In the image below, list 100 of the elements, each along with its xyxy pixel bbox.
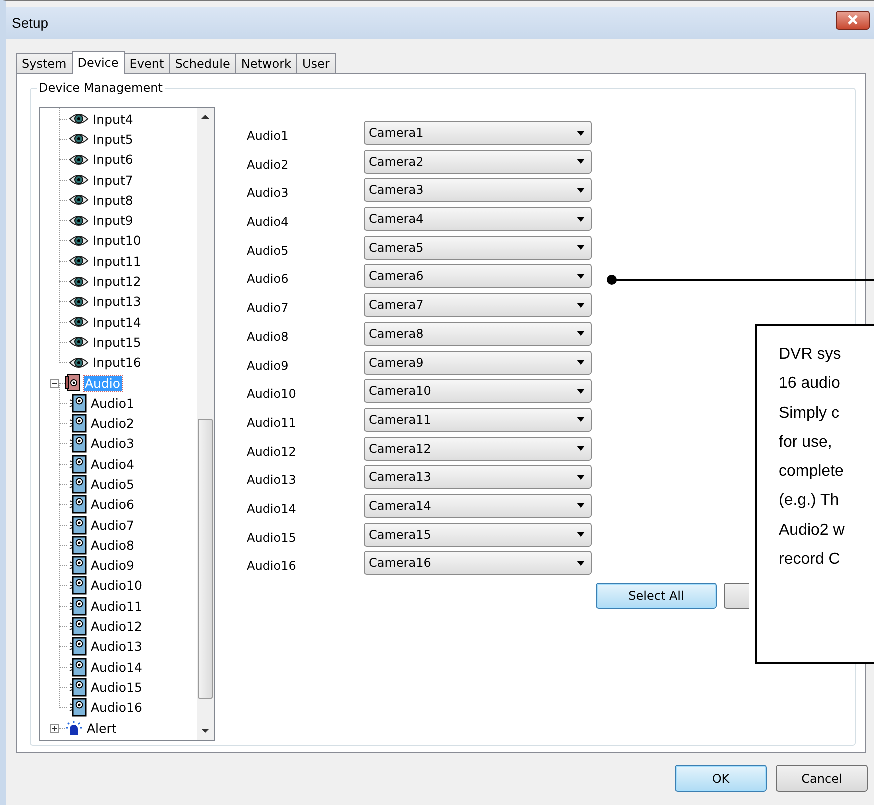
tree-item[interactable]: Audio11 — [90, 598, 144, 614]
close-button[interactable] — [836, 10, 870, 30]
caret-icon — [577, 560, 585, 566]
button[interactable] — [724, 583, 749, 610]
tree-item[interactable]: Input13 — [92, 294, 142, 310]
speaker-icon — [69, 556, 87, 576]
caret-icon — [577, 188, 585, 193]
camera-dropdown[interactable]: Camera14 — [364, 494, 592, 518]
tree-item[interactable]: Audio14 — [90, 660, 144, 675]
audio-label: Audio5 — [247, 242, 290, 258]
tree-item[interactable]: Audio12 — [90, 619, 144, 634]
tree-item[interactable]: Input8 — [92, 192, 134, 208]
caret-icon — [577, 388, 585, 394]
callout-text: 16 audio — [779, 374, 840, 394]
tab[interactable]: User — [296, 53, 336, 73]
callout-text: Simply c — [779, 404, 840, 424]
camera-dropdown[interactable]: Camera12 — [364, 436, 592, 461]
tree-item[interactable]: Audio5 — [90, 476, 136, 492]
select-all-button[interactable]: Select All — [596, 583, 717, 610]
tree-item[interactable]: Input7 — [92, 172, 134, 188]
tab[interactable]: Network — [235, 53, 298, 73]
dialog-button[interactable]: OK — [675, 765, 767, 792]
eye-icon — [69, 173, 89, 188]
caret-icon — [577, 274, 585, 279]
tree-item[interactable]: Audio7 — [90, 518, 136, 533]
scrollbar[interactable] — [197, 108, 214, 740]
audio-label: Audio8 — [247, 328, 290, 344]
tree-item[interactable]: Input14 — [92, 314, 142, 330]
speaker-icon — [69, 495, 87, 514]
caret-icon — [577, 245, 585, 250]
tab[interactable]: Schedule — [169, 53, 236, 73]
expander-icon[interactable] — [50, 378, 59, 388]
tree-item[interactable]: Input15 — [92, 334, 142, 350]
camera-dropdown[interactable]: Camera8 — [364, 322, 592, 346]
speaker-icon — [65, 374, 81, 392]
tree-item[interactable]: Input6 — [92, 152, 134, 168]
camera-dropdown[interactable]: Camera5 — [364, 236, 592, 260]
tab[interactable]: Event — [124, 53, 170, 73]
scroll-thumb[interactable] — [198, 419, 213, 699]
tree-item[interactable]: Input4 — [92, 112, 134, 127]
camera-dropdown[interactable]: Camera10 — [364, 379, 592, 404]
caret-icon — [577, 302, 585, 308]
caret-icon — [577, 532, 585, 538]
eye-icon — [69, 234, 89, 248]
tree-item[interactable]: Input5 — [92, 132, 134, 147]
camera-dropdown[interactable]: Camera13 — [364, 465, 592, 490]
speaker-icon — [69, 576, 87, 596]
tree-item[interactable]: Audio8 — [90, 538, 136, 553]
tree-item[interactable]: Audio1 — [90, 396, 136, 411]
camera-dropdown[interactable]: Camera2 — [364, 150, 592, 174]
tree-item[interactable]: Audio15 — [90, 680, 144, 695]
tree-item[interactable]: Input16 — [92, 355, 142, 370]
caret-icon — [577, 130, 585, 136]
caret-icon — [577, 360, 585, 365]
eye-icon — [69, 315, 89, 330]
callout-text: Audio2 w — [779, 520, 845, 541]
tree-item[interactable]: Audio13 — [90, 639, 144, 654]
audio-label: Audio1 — [247, 128, 290, 143]
tree-item[interactable]: Input10 — [92, 233, 142, 248]
audio-label: Audio13 — [247, 472, 298, 488]
audio-label: Audio14 — [247, 500, 298, 516]
eye-icon — [69, 132, 89, 146]
tree-item[interactable]: Audio3 — [90, 436, 136, 452]
close-icon — [847, 15, 859, 25]
camera-dropdown[interactable]: Camera3 — [364, 178, 592, 202]
tree-item[interactable]: Alert — [86, 720, 118, 736]
tree-item[interactable]: Audio2 — [90, 416, 136, 432]
camera-dropdown[interactable]: Camera4 — [364, 207, 592, 232]
dialog-button[interactable]: Cancel — [776, 765, 868, 792]
tree-item[interactable]: Input12 — [92, 274, 142, 290]
tree-item[interactable]: Audio6 — [90, 497, 136, 512]
eye-icon — [69, 214, 89, 228]
audio-label: Audio4 — [247, 214, 290, 230]
tree-item[interactable]: Audio4 — [90, 456, 136, 472]
camera-dropdown[interactable]: Camera16 — [364, 551, 592, 576]
camera-dropdown[interactable]: Camera11 — [364, 408, 592, 432]
camera-dropdown[interactable]: Camera6 — [364, 264, 592, 288]
scroll-down-icon[interactable] — [201, 728, 210, 734]
tree-item[interactable]: Audio16 — [90, 700, 144, 716]
caret-icon — [577, 159, 585, 164]
eye-icon — [69, 254, 89, 268]
caret-icon — [577, 503, 585, 508]
scroll-up-icon[interactable] — [201, 114, 210, 120]
tab[interactable]: Device — [72, 51, 125, 74]
caret-icon — [577, 216, 585, 222]
camera-dropdown[interactable]: Camera15 — [364, 522, 592, 547]
camera-dropdown[interactable]: Camera9 — [364, 350, 592, 374]
callout-text: record C — [779, 550, 840, 570]
tree-item[interactable]: Input11 — [92, 254, 142, 269]
camera-dropdown[interactable]: Camera7 — [364, 293, 592, 318]
tab[interactable]: System — [16, 53, 73, 73]
tree-item[interactable]: Audio10 — [90, 578, 144, 594]
tree-item[interactable]: Input9 — [92, 213, 134, 228]
speaker-icon — [69, 434, 87, 454]
expander-icon[interactable] — [50, 724, 59, 733]
speaker-icon — [69, 637, 87, 656]
camera-dropdown[interactable]: Camera1 — [364, 121, 592, 145]
tree-item[interactable]: Audio9 — [90, 558, 136, 574]
speaker-icon — [69, 617, 87, 636]
caret-icon — [577, 446, 585, 452]
